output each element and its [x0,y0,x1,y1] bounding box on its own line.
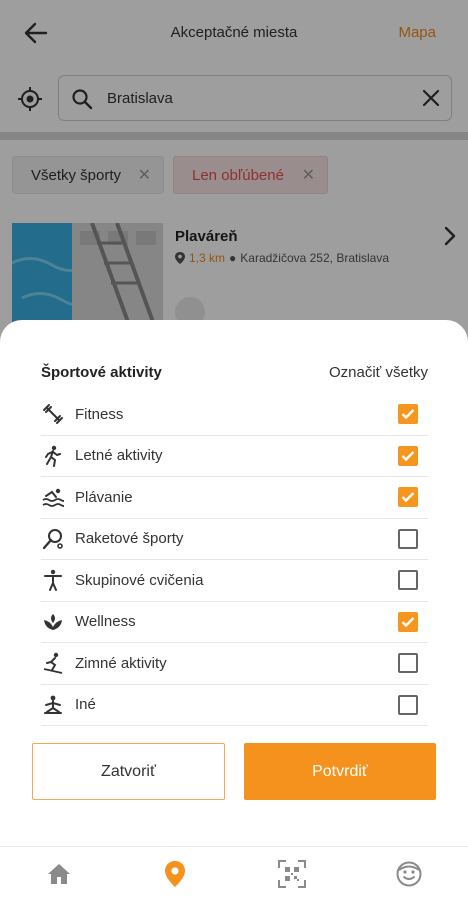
activity-label: Skupinové cvičenia [75,571,204,589]
skiing-icon [41,651,65,675]
wellness-icon [41,610,65,634]
check-icon [401,616,415,627]
nav-places[interactable] [161,861,189,887]
activity-checkbox[interactable] [398,694,418,715]
close-button[interactable]: Zatvoriť [32,743,225,800]
sheet-header: Športové aktivity Označiť všetky [41,364,428,381]
activity-item-wellness[interactable]: Wellness [41,602,428,643]
running-icon [41,444,65,468]
activity-item-fitness[interactable]: Fitness [41,394,428,436]
activity-label: Letné aktivity [75,447,163,465]
activity-checkbox[interactable] [398,611,418,632]
nav-qr[interactable] [278,860,306,888]
location-pin-icon [165,861,185,887]
home-icon [48,864,70,884]
nav-profile[interactable] [395,861,423,887]
activity-item-swimming[interactable]: Plávanie [41,477,428,519]
activity-label: Fitness [75,405,124,423]
activity-label: Iné [75,696,96,714]
activity-label: Raketové športy [75,530,184,548]
mark-all-button[interactable]: Označiť všetky [329,364,428,381]
other-activity-icon [41,693,65,717]
activity-checkbox[interactable] [398,528,418,549]
activity-label: Zimné aktivity [75,654,167,672]
swimming-icon [41,485,65,509]
activity-checkbox[interactable] [398,653,418,674]
nav-home[interactable] [45,861,73,887]
profile-face-icon [396,861,422,887]
group-exercise-icon [41,568,65,592]
activity-item-group[interactable]: Skupinové cvičenia [41,560,428,602]
check-icon [401,409,415,420]
activity-item-winter[interactable]: Zimné aktivity [41,643,428,685]
activities-bottom-sheet: Športové aktivity Označiť všetky Fitness… [0,320,468,846]
check-icon [401,450,415,461]
fitness-icon [41,402,65,426]
activity-checkbox[interactable] [398,570,418,591]
activity-checkbox[interactable] [398,404,418,425]
qr-code-icon [278,860,306,888]
bottom-navigation [0,846,468,900]
activity-checkbox[interactable] [398,487,418,508]
activity-item-summer[interactable]: Letné aktivity [41,436,428,477]
activity-label: Wellness [75,613,136,631]
activity-label: Plávanie [75,488,133,506]
activity-item-racket[interactable]: Raketové športy [41,519,428,560]
activity-checkbox[interactable] [398,445,418,466]
racket-icon [41,527,65,551]
activity-item-other[interactable]: Iné [41,685,428,726]
activity-list: Fitness Letné aktivity Plávanie Raketové… [41,394,428,726]
sheet-title: Športové aktivity [41,364,162,381]
confirm-button[interactable]: Potvrdiť [244,743,436,800]
check-icon [401,492,415,503]
